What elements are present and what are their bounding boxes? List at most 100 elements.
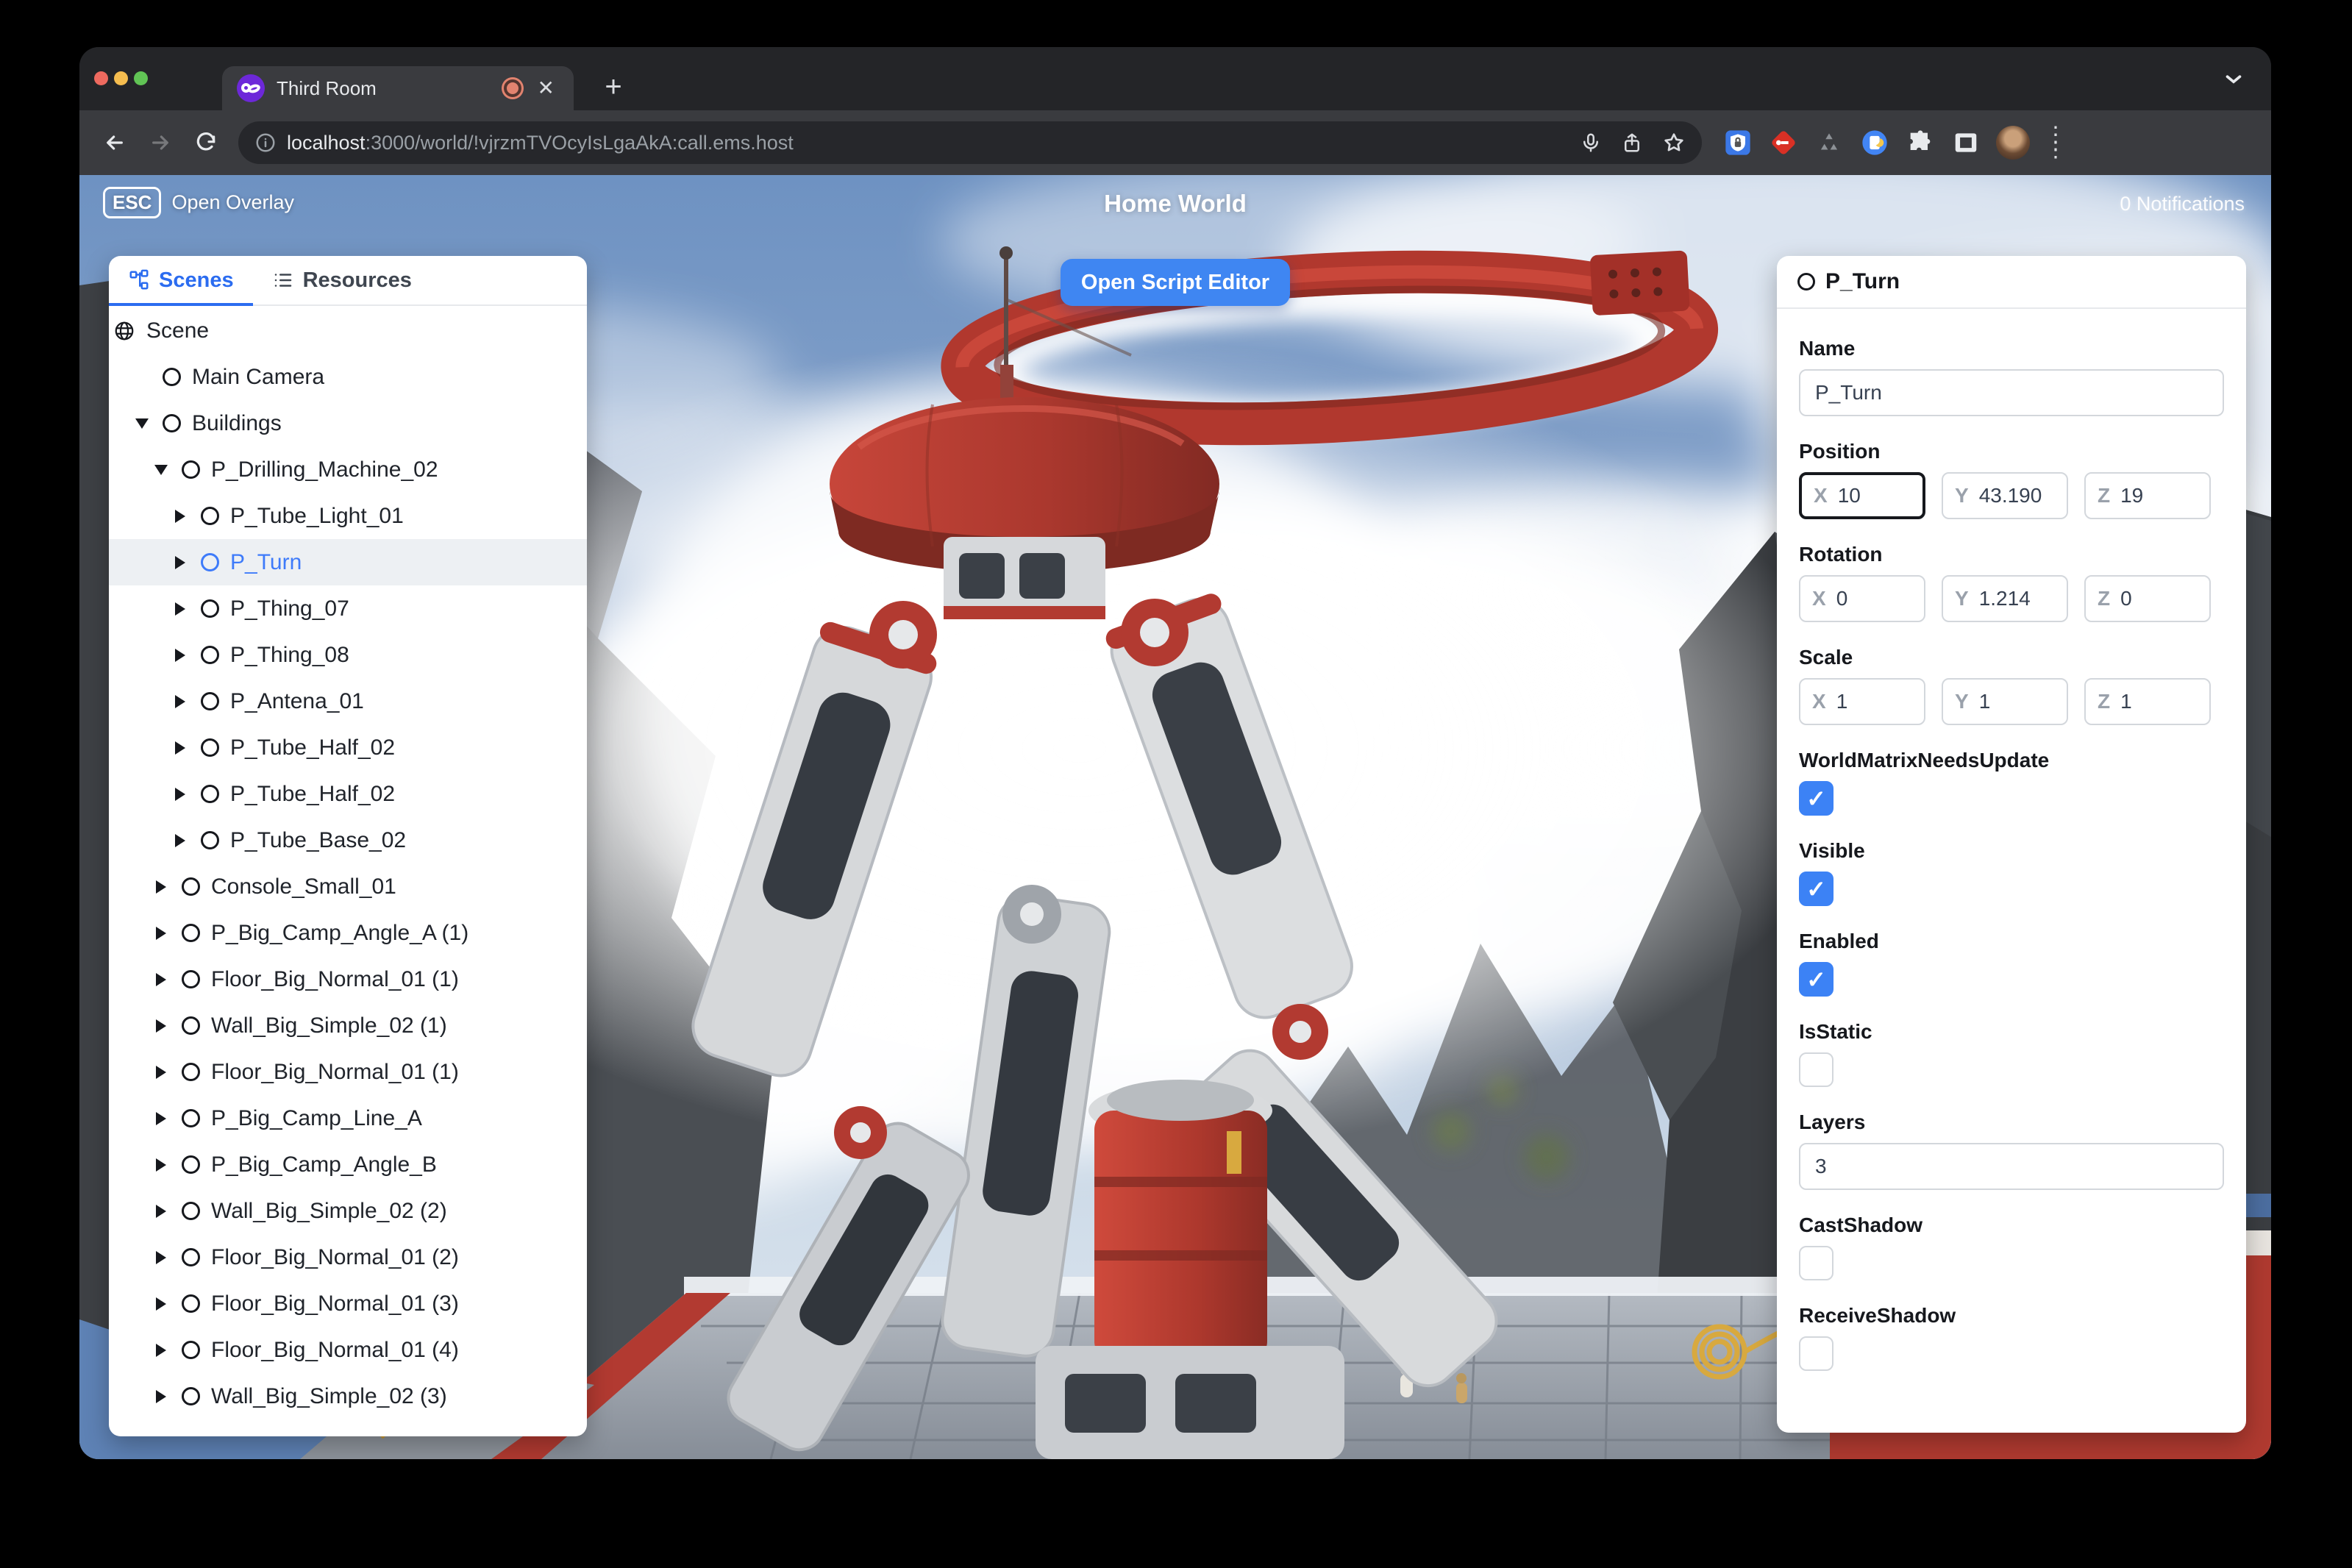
tab-resources[interactable]: Resources — [253, 256, 431, 304]
axis-value[interactable] — [1837, 484, 1911, 507]
browser-menu-icon[interactable]: ⋮ ⋮ ⋮ — [2045, 124, 2067, 161]
tree-item[interactable]: P_Big_Camp_Angle_B — [109, 1141, 587, 1188]
expand-arrow-right-icon[interactable] — [152, 1343, 171, 1357]
tab-close-icon[interactable]: ✕ — [533, 76, 559, 100]
tree-item[interactable]: P_Tube_Half_02 — [109, 724, 587, 771]
tree-item[interactable]: P_Tube_Light_01 — [109, 493, 587, 539]
expand-arrow-right-icon[interactable] — [152, 972, 171, 986]
axis-value[interactable] — [1836, 690, 1912, 713]
rotation-x-input[interactable]: X — [1799, 575, 1925, 622]
expand-arrow-right-icon[interactable] — [171, 694, 190, 708]
world-viewport[interactable]: ESC Open Overlay Home World 0 Notificati… — [79, 175, 2271, 1459]
expand-arrow-right-icon[interactable] — [152, 926, 171, 940]
receiveshadow-checkbox[interactable] — [1799, 1336, 1834, 1371]
visible-checkbox[interactable] — [1799, 872, 1834, 906]
layers-input[interactable] — [1799, 1143, 2224, 1190]
tree-item[interactable]: Floor_Big_Normal_01 (4) — [109, 1327, 587, 1373]
close-window-button[interactable] — [94, 71, 108, 85]
tree-item[interactable]: Floor_Big_Normal_01 (1) — [109, 956, 587, 1002]
extensions-puzzle-icon[interactable] — [1905, 127, 1936, 158]
expand-arrow-right-icon[interactable] — [171, 833, 190, 847]
side-panel-icon[interactable] — [1950, 127, 1981, 158]
back-icon[interactable] — [96, 124, 134, 162]
scale-y-input[interactable]: Y — [1942, 678, 2068, 725]
open-script-editor-button[interactable]: Open Script Editor — [1061, 259, 1290, 306]
tree-item[interactable]: Wall_Big_Simple_02 (1) — [109, 1002, 587, 1049]
expand-arrow-right-icon[interactable] — [152, 1065, 171, 1079]
tree-item[interactable]: Wall_Big_Simple_02 (2) — [109, 1188, 587, 1234]
privacy-shield-extension-icon[interactable] — [1722, 127, 1753, 158]
minimize-window-button[interactable] — [114, 71, 128, 85]
tree-item[interactable]: Buildings — [109, 400, 587, 446]
notes-extension-icon[interactable] — [1859, 127, 1890, 158]
axis-value[interactable] — [1978, 690, 2055, 713]
rotation-z-input[interactable]: Z — [2084, 575, 2211, 622]
tree-item[interactable]: P_Tube_Base_02 — [109, 817, 587, 863]
tree-item[interactable]: Floor_Big_Normal_01 (1) — [109, 1049, 587, 1095]
expand-arrow-right-icon[interactable] — [171, 555, 190, 569]
tree-item[interactable]: Floor_Big_Normal_01 (2) — [109, 1234, 587, 1280]
expand-arrow-right-icon[interactable] — [171, 602, 190, 616]
forward-icon[interactable] — [141, 124, 179, 162]
scale-x-input[interactable]: X — [1799, 678, 1925, 725]
castshadow-checkbox[interactable] — [1799, 1246, 1834, 1280]
tree-item[interactable]: P_Turn — [109, 539, 587, 585]
profile-avatar[interactable] — [1996, 126, 2030, 160]
chevron-down-icon[interactable] — [2221, 66, 2246, 91]
recycle-extension-icon[interactable] — [1814, 127, 1845, 158]
address-bar[interactable]: localhost:3000/world/!vjrzmTVOcyIsLgaAkA… — [238, 121, 1702, 164]
tree-item[interactable]: P_Thing_07 — [109, 585, 587, 632]
expand-arrow-right-icon[interactable] — [152, 1111, 171, 1125]
axis-value[interactable] — [1836, 587, 1912, 610]
expand-arrow-right-icon[interactable] — [152, 1250, 171, 1264]
expand-arrow-right-icon[interactable] — [171, 741, 190, 755]
tab-scenes[interactable]: Scenes — [109, 256, 253, 306]
tree-item[interactable]: P_Big_Camp_Line_A — [109, 1095, 587, 1141]
expand-arrow-right-icon[interactable] — [152, 1158, 171, 1172]
tree-item[interactable]: P_Big_Camp_Angle_A (1) — [109, 910, 587, 956]
red-diamond-extension-icon[interactable] — [1768, 127, 1799, 158]
axis-value[interactable] — [1978, 484, 2055, 507]
position-z-input[interactable]: Z — [2084, 472, 2211, 519]
rotation-y-input[interactable]: Y — [1942, 575, 2068, 622]
expand-arrow-right-icon[interactable] — [152, 1204, 171, 1218]
share-icon[interactable] — [1621, 132, 1643, 154]
expand-arrow-right-icon[interactable] — [171, 787, 190, 801]
position-y-input[interactable]: Y — [1942, 472, 2068, 519]
expand-arrow-down-icon[interactable] — [132, 418, 152, 429]
new-tab-button[interactable]: + — [594, 69, 632, 107]
tree-item[interactable]: Scene — [109, 307, 587, 354]
tree-item[interactable]: P_Thing_08 — [109, 632, 587, 678]
tree-item[interactable]: Main Camera — [109, 354, 587, 400]
axis-value[interactable] — [1978, 587, 2055, 610]
tree-item[interactable]: P_Tube_Half_02 — [109, 771, 587, 817]
notifications-label[interactable]: 0 Notifications — [2120, 193, 2245, 215]
expand-arrow-right-icon[interactable] — [171, 509, 190, 523]
tree-item[interactable]: Console_Small_01 — [109, 863, 587, 910]
expand-arrow-right-icon[interactable] — [152, 1389, 171, 1403]
expand-arrow-right-icon[interactable] — [152, 880, 171, 894]
browser-tab[interactable]: Third Room ✕ — [222, 66, 574, 110]
isstatic-checkbox[interactable] — [1799, 1052, 1834, 1087]
name-input[interactable] — [1799, 369, 2224, 416]
reload-icon[interactable] — [187, 124, 225, 162]
tree-item[interactable]: P_Antena_01 — [109, 678, 587, 724]
scale-z-input[interactable]: Z — [2084, 678, 2211, 725]
position-x-input[interactable]: X — [1799, 472, 1925, 519]
url-text[interactable]: localhost:3000/world/!vjrzmTVOcyIsLgaAkA… — [287, 132, 1569, 154]
expand-arrow-right-icon[interactable] — [152, 1297, 171, 1311]
axis-value[interactable] — [2120, 690, 2198, 713]
bookmark-star-icon[interactable] — [1662, 131, 1686, 154]
expand-arrow-right-icon[interactable] — [171, 648, 190, 662]
tree-item[interactable]: P_Drilling_Machine_02 — [109, 446, 587, 493]
zoom-window-button[interactable] — [134, 71, 148, 85]
info-icon[interactable] — [254, 132, 277, 154]
worldmatrixneedsupdate-checkbox[interactable] — [1799, 781, 1834, 816]
expand-arrow-right-icon[interactable] — [152, 1019, 171, 1033]
tree-item[interactable]: Floor_Big_Normal_01 (3) — [109, 1280, 587, 1327]
tree-item[interactable]: Wall_Big_Simple_02 (3) — [109, 1373, 587, 1419]
microphone-icon[interactable] — [1580, 132, 1602, 154]
enabled-checkbox[interactable] — [1799, 962, 1834, 997]
axis-value[interactable] — [2120, 484, 2198, 507]
expand-arrow-down-icon[interactable] — [152, 464, 171, 475]
